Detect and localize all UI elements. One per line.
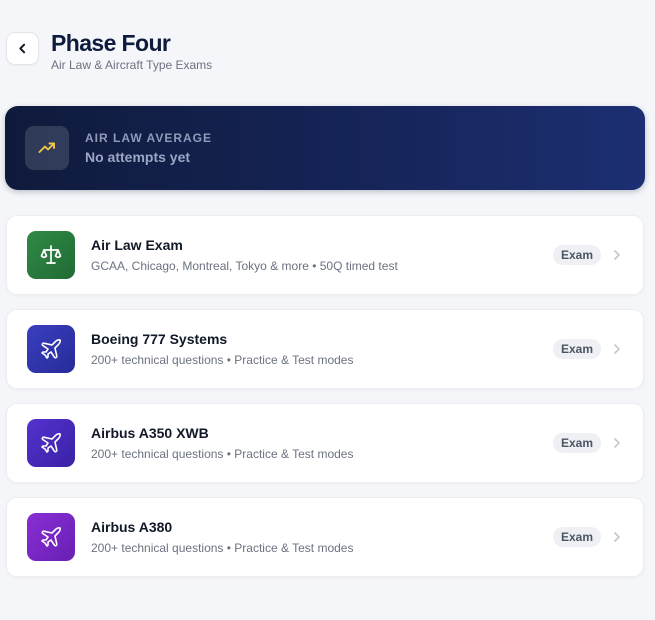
page-subtitle: Air Law & Aircraft Type Exams [51,58,213,72]
chevron-right-icon [614,250,620,260]
exam-icon-box [27,325,75,373]
exam-title: Boeing 777 Systems [91,331,228,347]
exam-description: 200+ technical questions • Practice & Te… [91,353,354,367]
exam-title: Air Law Exam [91,237,183,253]
chevron-right-icon [614,344,620,354]
plane-icon [41,339,61,359]
exam-text: Boeing 777 Systems 200+ technical questi… [91,331,553,367]
exam-text: Airbus A350 XWB 200+ technical questions… [91,425,553,461]
exam-icon-box [27,419,75,467]
trending-up-icon [38,142,55,153]
chevron-right-icon [614,438,620,448]
average-label: AIR LAW AVERAGE [85,131,213,145]
exam-badge: Exam [552,245,601,265]
exam-icon-box [27,231,75,279]
exam-title: Airbus A380 [91,519,173,535]
exam-card-boeing-777[interactable]: Boeing 777 Systems 200+ technical questi… [6,309,644,389]
plane-icon [41,433,61,453]
exam-card-airbus-a380[interactable]: Airbus A380 200+ technical questions • P… [6,497,644,577]
plane-icon [41,527,61,547]
scale-icon [40,245,62,264]
exam-badge: Exam [552,527,601,547]
page-title: Phase Four [51,30,171,56]
exam-description: 200+ technical questions • Practice & Te… [91,447,354,461]
chevron-right-icon [614,532,620,542]
exam-card-air-law[interactable]: Air Law Exam GCAA, Chicago, Montreal, To… [6,215,644,295]
exam-icon-box [27,513,75,561]
exam-badge: Exam [552,433,601,453]
trending-up-icon-box [25,126,69,170]
average-text: AIR LAW AVERAGE No attempts yet [85,131,212,165]
exam-title: Airbus A350 XWB [91,425,209,441]
exam-text: Airbus A380 200+ technical questions • P… [91,519,553,555]
air-law-average-card: AIR LAW AVERAGE No attempts yet [5,106,645,190]
title-block: Phase Four Air Law & Aircraft Type Exams [51,29,212,72]
exam-list: Air Law Exam GCAA, Chicago, Montreal, To… [6,215,644,591]
chevron-left-icon [19,43,26,54]
back-button[interactable] [6,32,39,65]
exam-badge: Exam [552,339,601,359]
average-value: No attempts yet [85,149,191,165]
exam-text: Air Law Exam GCAA, Chicago, Montreal, To… [91,237,553,273]
page-header: Phase Four Air Law & Aircraft Type Exams [6,29,212,72]
exam-description: GCAA, Chicago, Montreal, Tokyo & more • … [91,259,398,273]
phase-four-page: Phase Four Air Law & Aircraft Type Exams… [0,0,655,620]
exam-card-airbus-a350[interactable]: Airbus A350 XWB 200+ technical questions… [6,403,644,483]
exam-description: 200+ technical questions • Practice & Te… [91,541,354,555]
